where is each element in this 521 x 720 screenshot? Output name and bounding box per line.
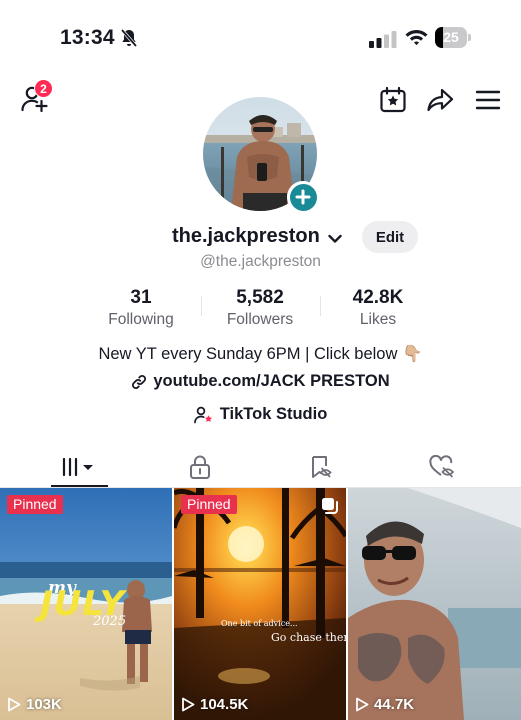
followers-label: Followers <box>226 311 294 328</box>
bookmark-hidden-icon <box>312 456 332 478</box>
menu-button[interactable] <box>473 85 503 115</box>
share-arrow-icon <box>427 88 454 112</box>
view-count: 103K <box>7 696 62 713</box>
hamburger-menu-icon <box>475 90 501 110</box>
add-avatar-button[interactable] <box>287 181 319 213</box>
video-caption-small: One bit of advice... <box>221 619 298 628</box>
wifi-icon <box>404 27 429 52</box>
video-overlay-year: 2025 <box>93 614 127 629</box>
profile-link-text: youtube.com/JACK PRESTON <box>153 372 390 390</box>
profile-link[interactable]: youtube.com/JACK PRESTON <box>0 372 521 391</box>
video-caption-main: Go chase them sunsets <box>271 631 346 644</box>
notification-badge: 2 <box>34 79 53 98</box>
view-count-text: 44.7K <box>374 696 415 713</box>
edit-profile-button[interactable]: Edit <box>362 221 418 253</box>
heart-hidden-icon <box>429 455 455 478</box>
multi-photo-icon <box>321 497 339 520</box>
video-thumbnail <box>174 488 346 720</box>
play-icon <box>356 697 369 712</box>
video-thumbnail <box>348 488 521 720</box>
following-label: Following <box>108 311 174 328</box>
link-icon <box>132 374 147 389</box>
video-tile[interactable]: One bit of advice... Go chase them sunse… <box>174 488 346 720</box>
pinned-badge: Pinned <box>7 495 63 514</box>
likes-count: 42.8K <box>352 287 404 308</box>
view-count-text: 104.5K <box>200 696 249 713</box>
calendar-button[interactable] <box>377 84 409 116</box>
tab-liked[interactable] <box>387 447 497 487</box>
profile-bio: New YT every Sunday 6PM | Click below 👇🏼 <box>98 345 423 363</box>
view-count: 104.5K <box>181 696 248 713</box>
tiktok-studio-label: TikTok Studio <box>219 405 328 423</box>
following-count: 31 <box>130 287 152 308</box>
plus-icon <box>289 183 317 211</box>
stat-likes[interactable]: 42.8K Likes <box>318 287 438 329</box>
videos-grid-icon <box>62 457 93 477</box>
pinned-badge: Pinned <box>181 495 237 514</box>
profile-handle: @the.jackpreston <box>200 253 321 270</box>
play-icon <box>8 697 21 712</box>
tab-reposts[interactable] <box>266 447 376 487</box>
followers-count: 5,582 <box>236 287 284 308</box>
stat-following[interactable]: 31 Following <box>81 287 201 329</box>
battery-percent: 25 <box>443 29 459 45</box>
chevron-down-icon[interactable] <box>328 231 342 249</box>
stat-followers[interactable]: 5,582 Followers <box>200 287 320 329</box>
battery-indicator: 25 <box>435 27 471 49</box>
cellular-signal-icon <box>369 30 397 53</box>
studio-person-icon <box>193 406 212 423</box>
silent-mode-icon <box>119 28 139 53</box>
tiktok-studio-button[interactable]: TikTok Studio <box>0 405 521 424</box>
view-count-text: 103K <box>26 696 62 713</box>
profile-username[interactable]: the.jackpreston <box>172 225 320 248</box>
calendar-star-icon <box>380 86 406 113</box>
play-icon <box>182 697 195 712</box>
tab-private[interactable] <box>145 447 255 487</box>
likes-label: Likes <box>359 311 397 328</box>
view-count: 44.7K <box>355 696 414 713</box>
share-profile-button[interactable] <box>424 84 456 116</box>
lock-icon <box>190 455 210 479</box>
status-time: 13:34 <box>60 26 115 49</box>
tab-videos[interactable] <box>24 447 134 487</box>
video-tile[interactable]: 44.7K <box>348 488 521 720</box>
video-tile[interactable]: my JULY 2025 Pinned 103K <box>0 488 172 720</box>
